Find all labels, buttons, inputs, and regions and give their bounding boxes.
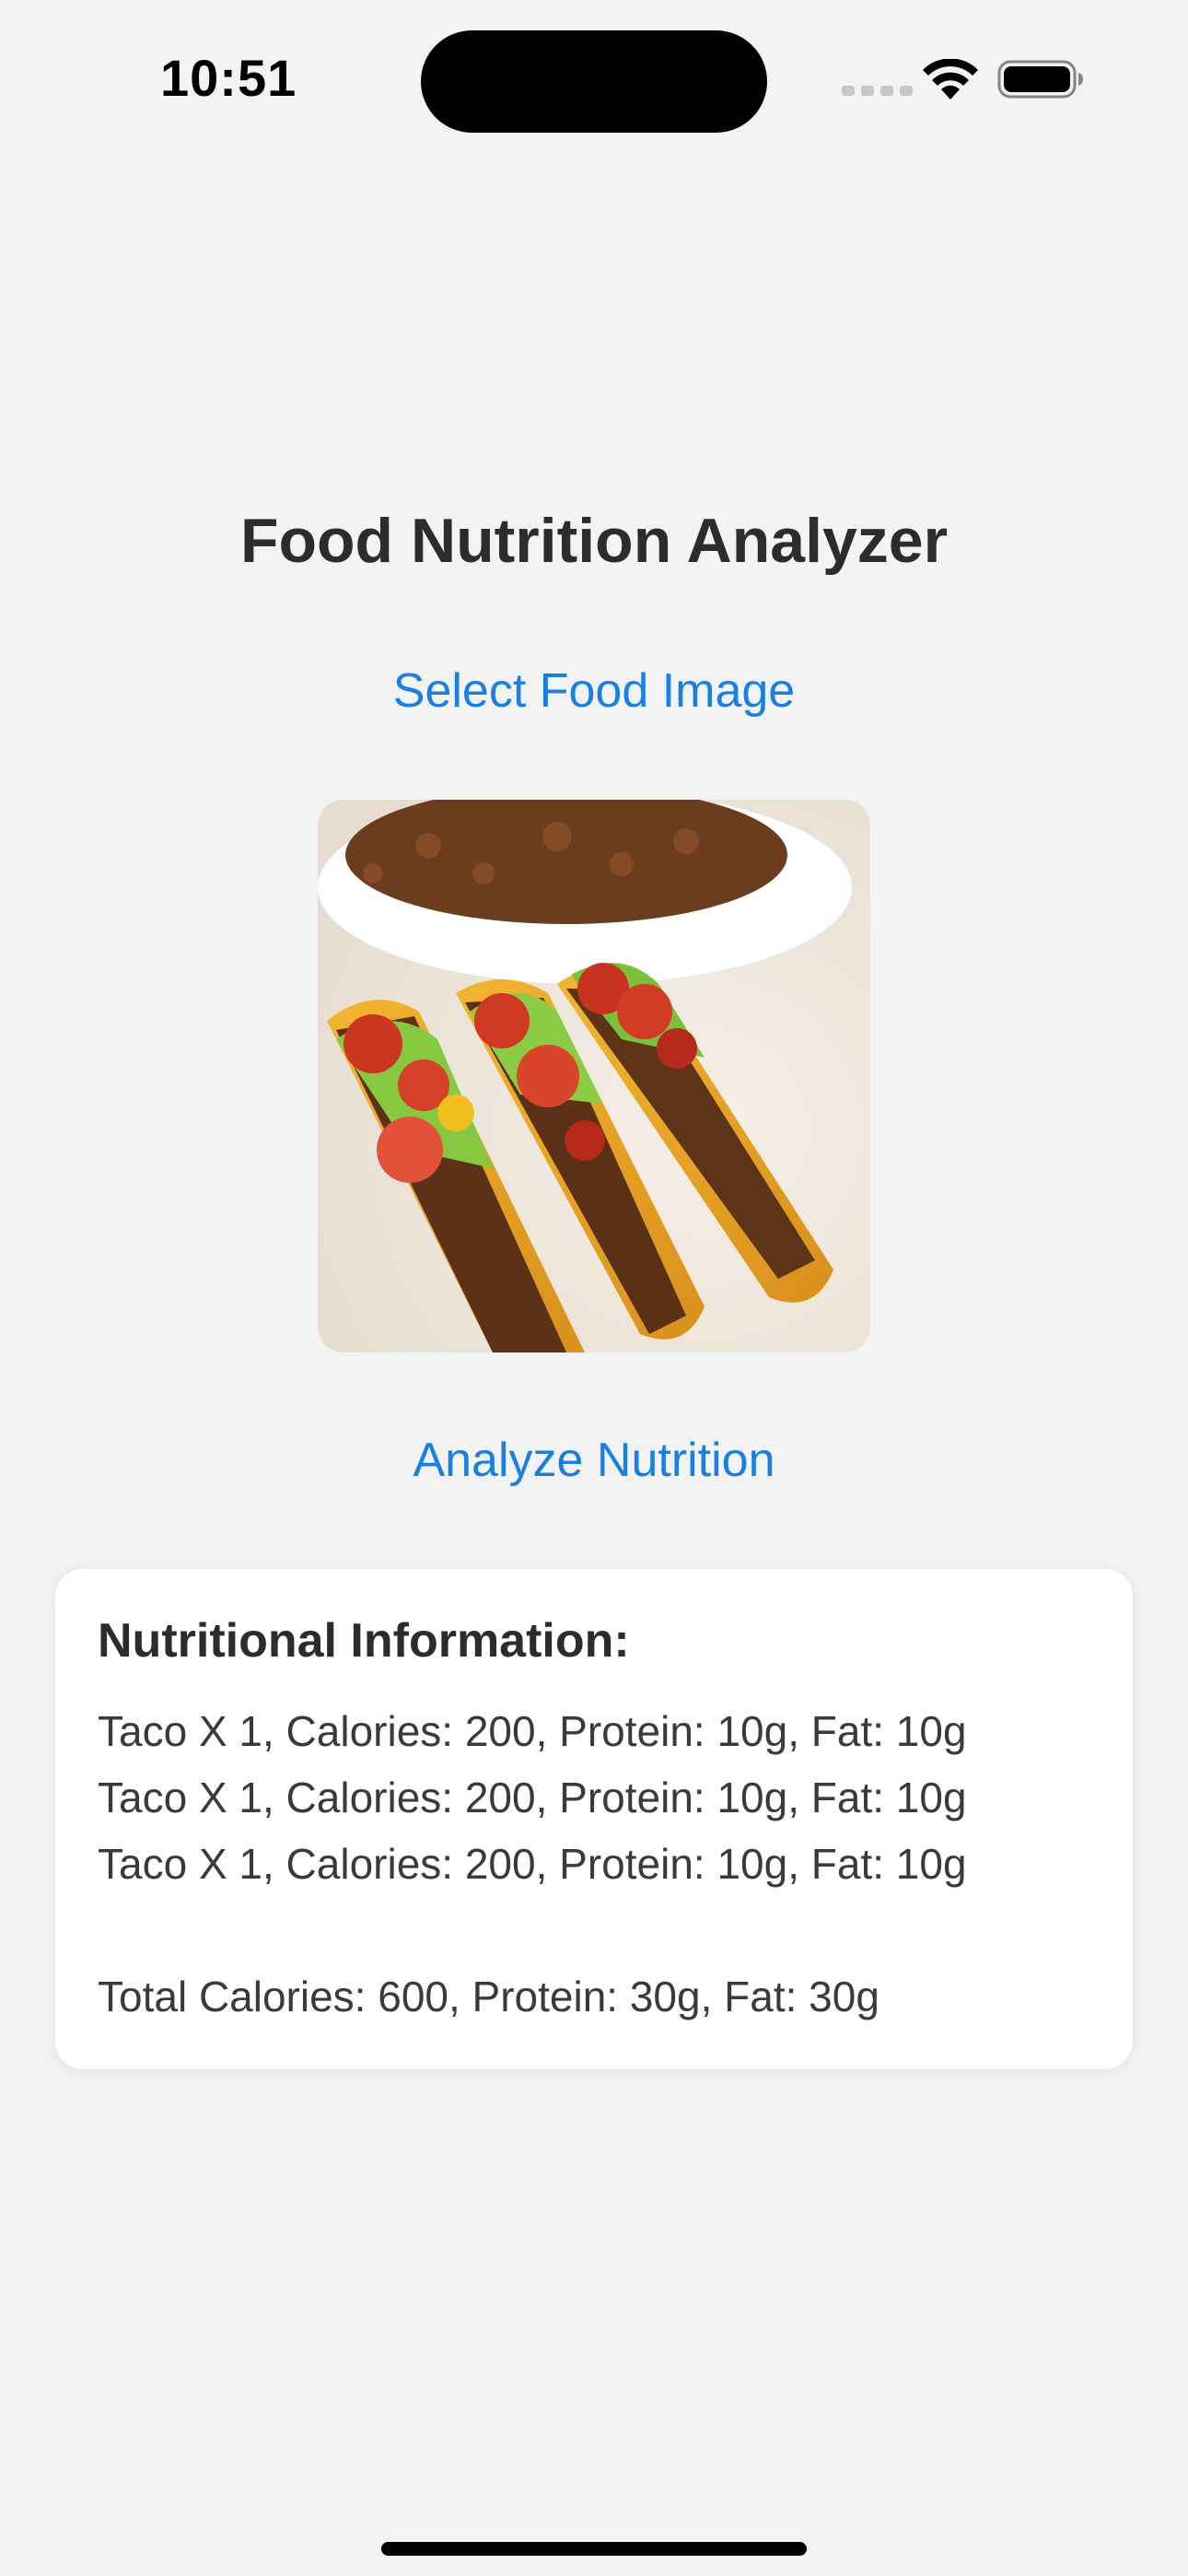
nutrition-item: Taco X 1, Calories: 200, Protein: 10g, F… — [98, 1840, 967, 1888]
nutrition-item: Taco X 1, Calories: 200, Protein: 10g, F… — [98, 1774, 967, 1821]
select-food-image-button[interactable]: Select Food Image — [0, 663, 1188, 719]
status-bar: 10:51 — [0, 0, 1188, 157]
home-indicator[interactable] — [381, 2542, 807, 2556]
nutrition-heading: Nutritional Information: — [98, 1614, 630, 1668]
food-image — [318, 800, 870, 1352]
status-time: 10:51 — [160, 49, 297, 107]
cellular-signal-icon — [842, 86, 913, 96]
nutrition-total: Total Calories: 600, Protein: 30g, Fat: … — [98, 1973, 879, 2020]
nutrition-item: Taco X 1, Calories: 200, Protein: 10g, F… — [98, 1707, 967, 1755]
nutrition-card: Nutritional Information: Taco X 1, Calor… — [55, 1569, 1133, 2069]
page-title: Food Nutrition Analyzer — [239, 506, 949, 576]
battery-icon — [997, 60, 1083, 99]
dynamic-island — [421, 30, 767, 133]
app-screen: 10:51 Food Nutrition Analyzer Select Foo… — [0, 0, 1188, 2576]
wifi-icon — [923, 59, 978, 100]
analyze-nutrition-button[interactable]: Analyze Nutrition — [0, 1433, 1188, 1488]
